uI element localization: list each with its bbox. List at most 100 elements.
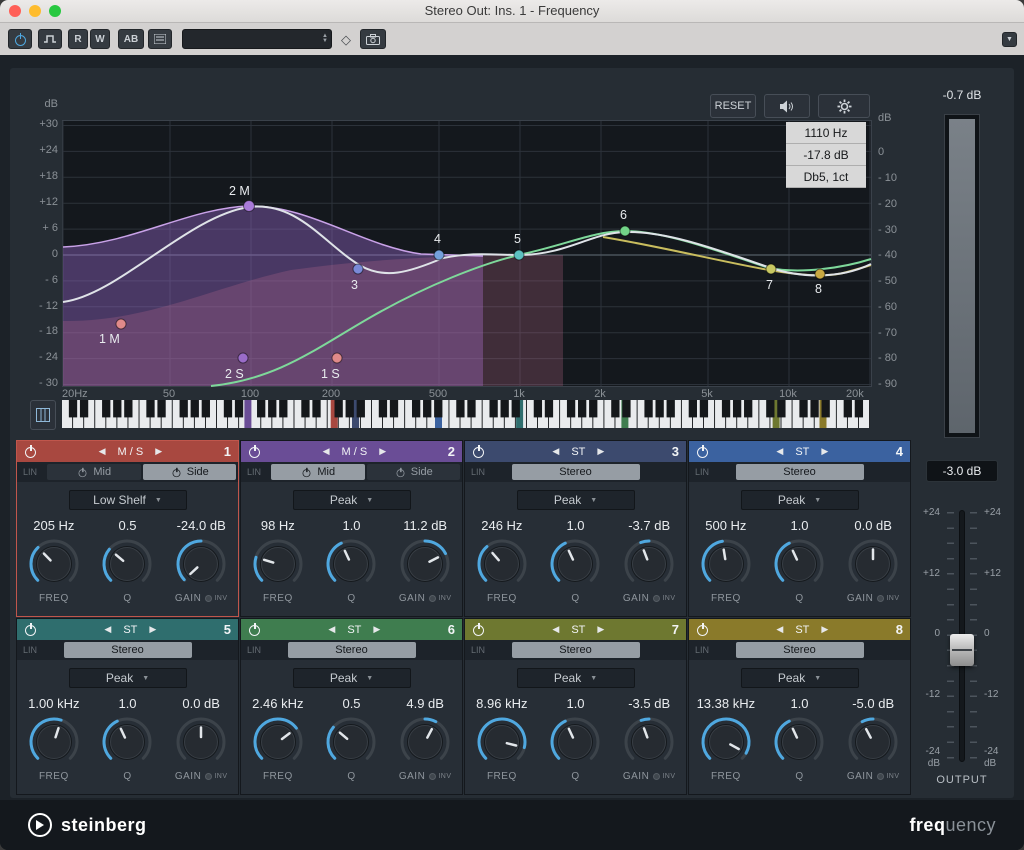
q-knob[interactable]	[548, 715, 602, 769]
eq-point-7[interactable]	[766, 264, 776, 274]
band-mode-label[interactable]: ST	[571, 446, 585, 458]
tab-stereo[interactable]: Stereo	[736, 642, 864, 658]
listen-button[interactable]	[764, 94, 810, 118]
next-mode-arrow[interactable]: ▶	[155, 446, 162, 457]
eq-point-3[interactable]	[353, 264, 363, 274]
band-mode-label[interactable]: ST	[347, 624, 361, 636]
freq-knob[interactable]	[699, 715, 753, 769]
filter-type-select[interactable]: Peak▼	[293, 668, 411, 688]
gain-value[interactable]: 4.9 dB	[388, 696, 462, 714]
eq-point-1s[interactable]	[332, 353, 342, 363]
eq-point-4[interactable]	[434, 250, 444, 260]
band-power-button[interactable]	[696, 623, 709, 636]
prev-mode-arrow[interactable]: ◀	[323, 446, 330, 457]
tab-stereo[interactable]: Stereo	[64, 642, 192, 658]
zoom-button[interactable]	[49, 5, 61, 17]
q-knob[interactable]	[548, 537, 602, 591]
next-mode-arrow[interactable]: ▶	[821, 446, 828, 457]
freq-value[interactable]: 246 Hz	[465, 518, 539, 536]
band-power-button[interactable]	[24, 445, 37, 458]
band-mode-label[interactable]: ST	[795, 624, 809, 636]
gain-knob[interactable]	[846, 715, 900, 769]
prev-mode-arrow[interactable]: ◀	[552, 446, 559, 457]
invert-button[interactable]: INV	[205, 595, 227, 602]
window-options-button[interactable]: ▼	[1002, 32, 1017, 47]
eq-point-2m[interactable]	[244, 201, 255, 212]
minimize-button[interactable]	[29, 5, 41, 17]
q-knob[interactable]	[772, 715, 826, 769]
tab-mid[interactable]: Mid	[47, 464, 141, 480]
band-power-button[interactable]	[696, 445, 709, 458]
eq-point-2s[interactable]	[238, 353, 248, 363]
snapshot-camera-button[interactable]	[360, 29, 386, 49]
band-power-button[interactable]	[472, 623, 485, 636]
prev-mode-arrow[interactable]: ◀	[99, 446, 106, 457]
preset-stepper[interactable]: ▲▼	[322, 34, 328, 44]
ab-compare-button[interactable]: AB	[118, 29, 144, 49]
filter-type-select[interactable]: Peak▼	[741, 490, 859, 510]
gain-knob[interactable]	[846, 537, 900, 591]
freq-value[interactable]: 8.96 kHz	[465, 696, 539, 714]
gain-value[interactable]: -5.0 dB	[836, 696, 910, 714]
freq-value[interactable]: 1.00 kHz	[17, 696, 91, 714]
freq-value[interactable]: 13.38 kHz	[689, 696, 763, 714]
tab-stereo[interactable]: Stereo	[512, 464, 640, 480]
tab-side[interactable]: Side	[143, 464, 237, 480]
read-automation-button[interactable]: R	[68, 29, 88, 49]
freq-knob[interactable]	[699, 537, 753, 591]
next-mode-arrow[interactable]: ▶	[821, 624, 828, 635]
invert-button[interactable]: INV	[429, 595, 451, 602]
invert-button[interactable]: INV	[877, 773, 899, 780]
tab-stereo[interactable]: Stereo	[512, 642, 640, 658]
gain-value[interactable]: -3.5 dB	[612, 696, 686, 714]
tab-mid[interactable]: Mid	[271, 464, 365, 480]
band-mode-label[interactable]: M / S	[342, 446, 368, 458]
filter-type-select[interactable]: Peak▼	[741, 668, 859, 688]
band-mode-label[interactable]: M / S	[118, 446, 144, 458]
q-knob[interactable]	[100, 537, 154, 591]
invert-button[interactable]: INV	[205, 773, 227, 780]
preset-menu-button[interactable]	[148, 29, 172, 49]
freq-knob[interactable]	[27, 537, 81, 591]
q-knob[interactable]	[100, 715, 154, 769]
next-mode-arrow[interactable]: ▶	[597, 624, 604, 635]
output-gain-value[interactable]: -3.0 dB	[926, 460, 998, 482]
freq-knob[interactable]	[27, 715, 81, 769]
preset-diamond-icon[interactable]: ◇	[341, 32, 351, 48]
prev-mode-arrow[interactable]: ◀	[328, 624, 335, 635]
invert-button[interactable]: INV	[653, 595, 675, 602]
gain-value[interactable]: 11.2 dB	[388, 518, 462, 536]
gain-value[interactable]: -3.7 dB	[612, 518, 686, 536]
output-fader-handle[interactable]	[950, 634, 974, 666]
gain-value[interactable]: 0.0 dB	[164, 696, 238, 714]
q-value[interactable]: 1.0	[91, 696, 165, 714]
q-value[interactable]: 1.0	[763, 518, 837, 536]
filter-type-select[interactable]: Peak▼	[293, 490, 411, 510]
settings-button[interactable]	[818, 94, 870, 118]
eq-point-1m[interactable]	[116, 319, 126, 329]
band-mode-label[interactable]: ST	[795, 446, 809, 458]
tab-stereo[interactable]: Stereo	[288, 642, 416, 658]
q-knob[interactable]	[324, 537, 378, 591]
write-automation-button[interactable]: W	[90, 29, 110, 49]
tab-stereo[interactable]: Stereo	[736, 464, 864, 480]
invert-button[interactable]: INV	[429, 773, 451, 780]
eq-point-6[interactable]	[620, 226, 630, 236]
gain-knob[interactable]	[622, 715, 676, 769]
gain-knob[interactable]	[398, 537, 452, 591]
next-mode-arrow[interactable]: ▶	[597, 446, 604, 457]
freq-knob[interactable]	[251, 537, 305, 591]
freq-value[interactable]: 98 Hz	[241, 518, 315, 536]
freq-knob[interactable]	[475, 537, 529, 591]
band-power-button[interactable]	[248, 623, 261, 636]
q-knob[interactable]	[324, 715, 378, 769]
prev-mode-arrow[interactable]: ◀	[104, 624, 111, 635]
prev-mode-arrow[interactable]: ◀	[776, 624, 783, 635]
q-value[interactable]: 1.0	[539, 518, 613, 536]
q-value[interactable]: 1.0	[539, 696, 613, 714]
freq-knob[interactable]	[251, 715, 305, 769]
filter-type-select[interactable]: Peak▼	[517, 490, 635, 510]
window-titlebar[interactable]: Stereo Out: Ins. 1 - Frequency	[0, 0, 1024, 23]
next-mode-arrow[interactable]: ▶	[149, 624, 156, 635]
filter-type-select[interactable]: Peak▼	[69, 668, 187, 688]
